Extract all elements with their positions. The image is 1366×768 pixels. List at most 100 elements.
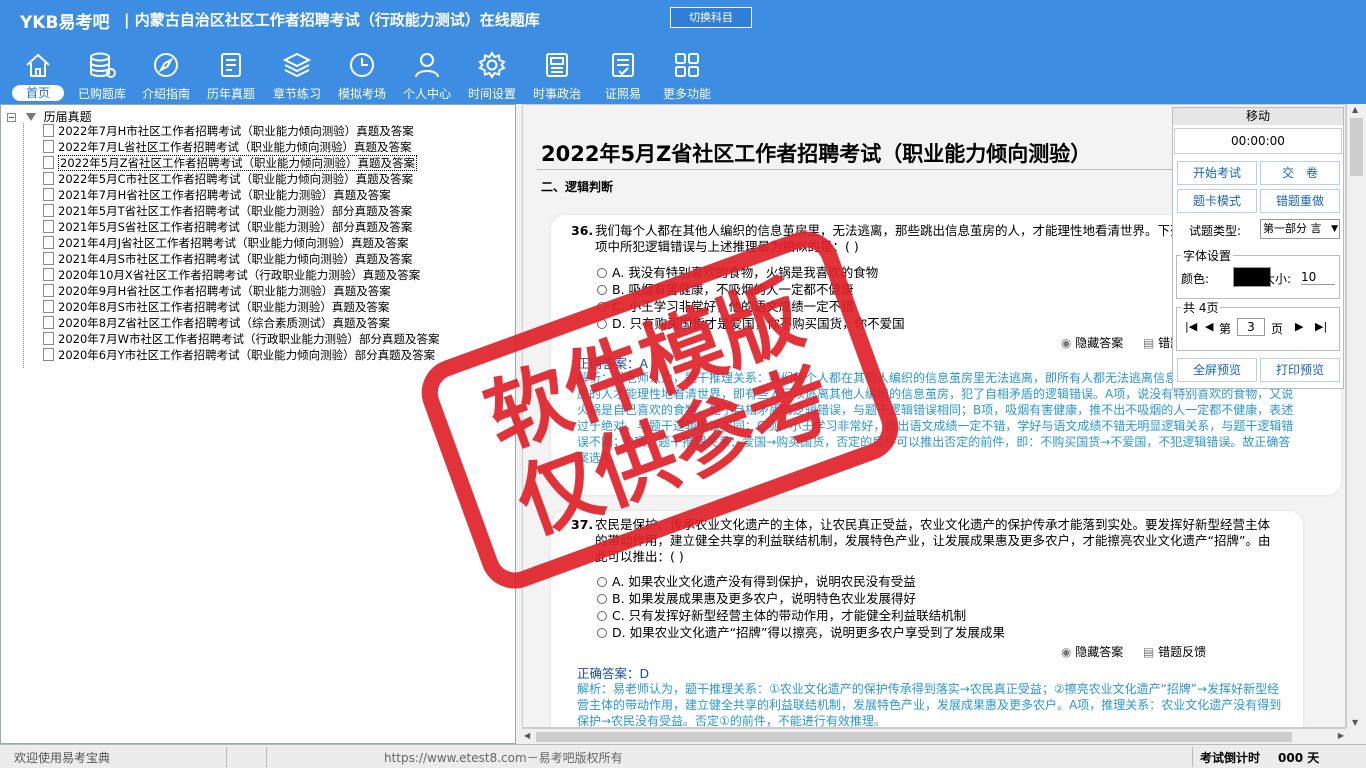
radio-button[interactable] <box>597 285 607 295</box>
prev-page-icon[interactable]: ◀ <box>1205 320 1213 333</box>
panel-drag-handle[interactable]: 移动 <box>1173 108 1343 125</box>
nav-personal-center[interactable]: 个人中心 <box>395 44 459 102</box>
compass-icon <box>154 53 178 77</box>
hide-answer-button[interactable]: ◉ 隐藏答案 <box>1061 334 1123 351</box>
tree-item[interactable]: 2022年7月L省社区工作者招聘考试（职业能力倾向测验）真题及答案 <box>43 140 412 155</box>
scroll-down-icon[interactable]: ▼ <box>1352 718 1358 727</box>
nav-current-affairs[interactable]: 时事政治 <box>525 44 589 102</box>
status-divider <box>226 747 227 767</box>
database-icon <box>90 52 116 78</box>
submit-button[interactable]: 交 卷 <box>1260 161 1340 185</box>
print-preview-button[interactable]: 打印预览 <box>1260 358 1340 382</box>
chevron-down-icon: ▼ <box>1331 224 1338 234</box>
eye-icon: ◉ <box>1061 645 1076 659</box>
tree-item[interactable]: 2021年4月S市社区工作者招聘考试（职业能力倾向测验）真题及答案 <box>43 252 412 267</box>
page-prefix: 第 <box>1219 322 1232 336</box>
correct-answer: 正确答案：D <box>577 666 650 681</box>
font-settings-group: 字体设置 颜色: 大小: 10 <box>1176 247 1340 299</box>
status-divider <box>1192 747 1193 767</box>
tree-item[interactable]: 2020年10月X省社区工作者招聘考试（行政职业能力测验）真题及答案 <box>43 268 420 283</box>
nav-chapter-practice[interactable]: 章节练习 <box>265 44 329 102</box>
scroll-thumb[interactable] <box>536 732 1292 742</box>
switch-subject-button[interactable]: 切换科目 <box>670 7 752 28</box>
document-icon <box>43 284 54 297</box>
document-icon <box>43 268 54 281</box>
nav-time-settings[interactable]: 时间设置 <box>460 44 524 102</box>
nav-guide[interactable]: 介绍指南 <box>134 44 198 102</box>
nav-more[interactable]: 更多功能 <box>655 44 719 102</box>
document-icon <box>43 316 54 329</box>
radio-button[interactable] <box>597 628 607 638</box>
scroll-up-icon[interactable]: ▲ <box>1352 105 1358 114</box>
tree-guide-line <box>23 123 24 368</box>
tree-item-selected[interactable]: 2022年5月Z省社区工作者招聘考试（职业能力倾向测验）真题及答案 <box>43 155 417 171</box>
timer-display: 00:00:00 <box>1174 128 1342 154</box>
tree-item[interactable]: 2022年7月H市社区工作者招聘考试（职业能力倾向测验）真题及答案 <box>43 124 414 139</box>
vertical-scrollbar[interactable]: ▲ ▼ <box>1346 104 1366 728</box>
card-mode-button[interactable]: 题卡模式 <box>1177 189 1257 213</box>
title-divider <box>537 169 1177 170</box>
scroll-left-icon[interactable]: ◀ <box>524 731 530 740</box>
tree-item[interactable]: 2020年9月H省社区工作者招聘考试（职业能力测验）真题及答案 <box>43 284 391 299</box>
last-page-icon[interactable]: ▶| <box>1315 320 1327 333</box>
nav-label: 介绍指南 <box>141 87 190 101</box>
redo-wrong-button[interactable]: 错题重做 <box>1260 189 1340 213</box>
option-d[interactable]: D. 如果农业文化遗产“招牌”得以擦亮，说明更多农户享受到了发展成果 <box>597 622 1005 641</box>
nav-label: 个人中心 <box>402 87 451 101</box>
font-size-input[interactable]: 10 <box>1301 270 1335 285</box>
tree-item[interactable]: 2021年5月S省社区工作者招聘考试（职业能力测验）部分真题及答案 <box>43 220 412 235</box>
horizontal-scrollbar[interactable]: ◀ ▶ <box>522 728 1346 744</box>
explanation-text: 解析：易老师认为，题干推理关系：①农业文化遗产的保护传承得到落实→农民真正受益；… <box>577 682 1282 728</box>
size-label: 大小: <box>1263 272 1292 286</box>
nav-past-papers[interactable]: 历年真题 <box>199 44 263 102</box>
gear-icon <box>478 51 506 79</box>
page-input[interactable]: 3 <box>1237 318 1265 336</box>
tree-root[interactable]: − 历届真题 <box>7 108 92 125</box>
tree-item[interactable]: 2020年8月S市社区工作者招聘考试（职业能力测验）真题及答案 <box>43 300 389 315</box>
scroll-thumb[interactable] <box>1350 118 1363 176</box>
tree-item[interactable]: 2020年6月Y市社区工作者招聘考试（职业能力倾向测验）部分真题及答案 <box>43 348 435 363</box>
collapse-icon[interactable]: − <box>7 113 16 122</box>
clock-icon <box>350 53 374 77</box>
tree-item[interactable]: 2020年8月Z省社区工作者招聘考试（综合素质测试）真题及答案 <box>43 316 390 331</box>
radio-button[interactable] <box>597 577 607 587</box>
countdown-value: 000 天 <box>1278 751 1320 765</box>
document-icon <box>43 124 54 137</box>
nav-label: 更多功能 <box>662 87 711 101</box>
radio-button[interactable] <box>597 268 607 278</box>
fullscreen-preview-button[interactable]: 全屏预览 <box>1177 358 1257 382</box>
exam-control-panel: 移动 00:00:00 开始考试 交 卷 题卡模式 错题重做 试题类型: 第一部… <box>1172 107 1344 389</box>
hide-answer-button[interactable]: ◉ 隐藏答案 <box>1061 643 1123 660</box>
start-exam-button[interactable]: 开始考试 <box>1177 161 1257 185</box>
question-text: 我们每个人都在其他人编织的信息茧房里，无法逃离，那些跳出信息茧房的人，才能理性地… <box>595 223 1195 254</box>
nav-home[interactable]: 首页 <box>6 44 70 102</box>
app-title-text: 内蒙古自治区社区工作者招聘考试（行政能力测试）在线题库 <box>134 11 540 29</box>
scroll-right-icon[interactable]: ▶ <box>1338 731 1344 740</box>
tree-item[interactable]: 2021年5月T省社区工作者招聘考试（职业能力测验）部分真题及答案 <box>43 204 412 219</box>
nav-mock-exam[interactable]: 模拟考场 <box>330 44 394 102</box>
status-bar: 欢迎使用易考宝典 https://www.etest8.com－易考吧版权所有 … <box>0 744 1366 768</box>
grid-icon <box>675 53 699 77</box>
tree-item[interactable]: 2022年5月C市社区工作者招聘考试（职业能力倾向测验）真题及答案 <box>43 172 413 187</box>
document-icon <box>43 236 54 249</box>
nav-purchased[interactable]: 已购题库 <box>70 44 134 102</box>
document-icon <box>43 140 54 153</box>
radio-button[interactable] <box>597 611 607 621</box>
tree-item[interactable]: 2021年7月H省社区工作者招聘考试（职业能力测验）真题及答案 <box>43 188 391 203</box>
folder-icon <box>25 113 36 121</box>
radio-button[interactable] <box>597 594 607 604</box>
document-icon <box>43 204 54 217</box>
tree-item[interactable]: 2021年4月J省社区工作者招聘考试（职业能力倾向测验）真题及答案 <box>43 236 408 251</box>
error-feedback-button[interactable]: ▤ 错题反馈 <box>1143 643 1206 660</box>
document-icon <box>221 53 241 77</box>
next-page-icon[interactable]: ▶ <box>1295 320 1303 333</box>
document-icon <box>43 220 54 233</box>
status-divider <box>266 747 267 767</box>
nav-certificates[interactable]: 证照易 <box>591 44 655 102</box>
first-page-icon[interactable]: |◀ <box>1185 320 1197 333</box>
pagination-group: 共 4页 |◀ ◀ 第 3 页 ▶ ▶| <box>1176 299 1340 351</box>
nav-label: 已购题库 <box>77 87 126 101</box>
question-type-select[interactable]: 第一部分 言 ▼ <box>1260 219 1340 239</box>
question-number: 36. <box>571 223 594 238</box>
tree-item[interactable]: 2020年7月W市社区工作者招聘考试（行政职业能力测验）部分真题及答案 <box>43 332 439 347</box>
